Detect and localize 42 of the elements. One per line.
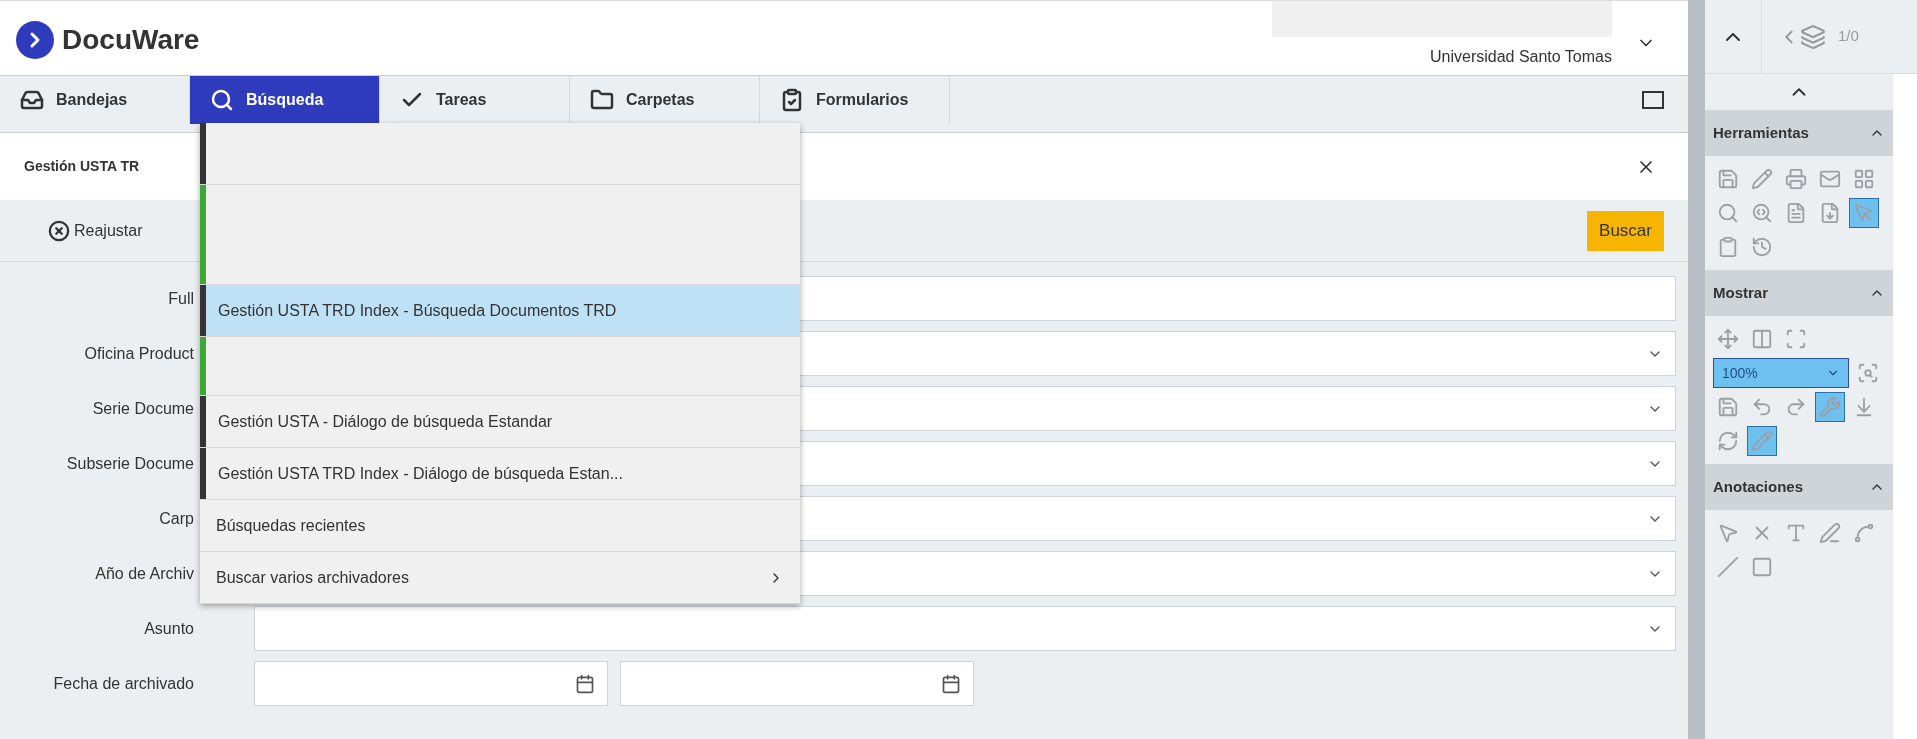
field-label: Subserie Docume	[66, 453, 194, 474]
field-label: Serie Docume	[92, 398, 194, 419]
dropdown-field[interactable]	[254, 606, 1676, 651]
logo-text: DocuWare	[62, 23, 200, 57]
zoom-select[interactable]: 100%	[1713, 358, 1849, 388]
clipboard-icon	[780, 88, 804, 112]
date-field[interactable]	[620, 661, 974, 706]
window-icon[interactable]	[1642, 91, 1664, 109]
reset-icon	[48, 219, 70, 242]
calendar-icon	[575, 673, 595, 694]
nav-tab[interactable]: Búsqueda	[190, 76, 380, 124]
field-label: Año de Archiv	[95, 563, 194, 584]
field-label: Full	[168, 288, 194, 309]
field-label: Asunto	[144, 618, 194, 639]
page-counter: 1/0	[1838, 26, 1859, 47]
reset-button[interactable]: Reajustar	[48, 218, 143, 243]
blank-menu-item[interactable]	[200, 337, 800, 396]
search-icon	[210, 88, 234, 112]
date-field[interactable]	[254, 661, 608, 706]
field-label: Oficina Product	[84, 343, 194, 364]
field-label: Carp	[159, 508, 194, 529]
layers-icon[interactable]	[1800, 23, 1826, 50]
organization-name: Universidad Santo Tomas	[1429, 47, 1612, 67]
folder-icon	[590, 88, 614, 112]
search-button[interactable]: Buscar	[1587, 210, 1664, 251]
section-header[interactable]: Herramientas	[1705, 110, 1893, 156]
inbox-icon	[20, 88, 44, 112]
pointer-icon[interactable]	[1849, 198, 1879, 228]
menu-item[interactable]: Buscar varios archivadores	[200, 552, 800, 604]
section-header[interactable]: Mostrar	[1705, 270, 1893, 316]
panel-title: Gestión USTA TR	[24, 157, 140, 176]
menu-item[interactable]: Gestión USTA TRD Index - Búsqueda Documentos TRD	[200, 285, 800, 337]
menu-item[interactable]: Gestión USTA - Diálogo de búsqueda Estandar	[200, 396, 800, 448]
menu-item[interactable]: Búsquedas recientes	[200, 500, 800, 552]
calendar-icon	[941, 673, 961, 694]
blank-menu-item[interactable]	[200, 123, 800, 185]
field-label: Fecha de archivado	[53, 673, 194, 694]
logo-icon	[16, 21, 54, 59]
wrench-icon[interactable]	[1815, 392, 1845, 422]
pencil-icon[interactable]	[1747, 426, 1777, 456]
menu-item[interactable]: Gestión USTA TRD Index - Diálogo de búsqueda Estan...	[200, 448, 800, 500]
section-header[interactable]: Anotaciones	[1705, 464, 1893, 510]
